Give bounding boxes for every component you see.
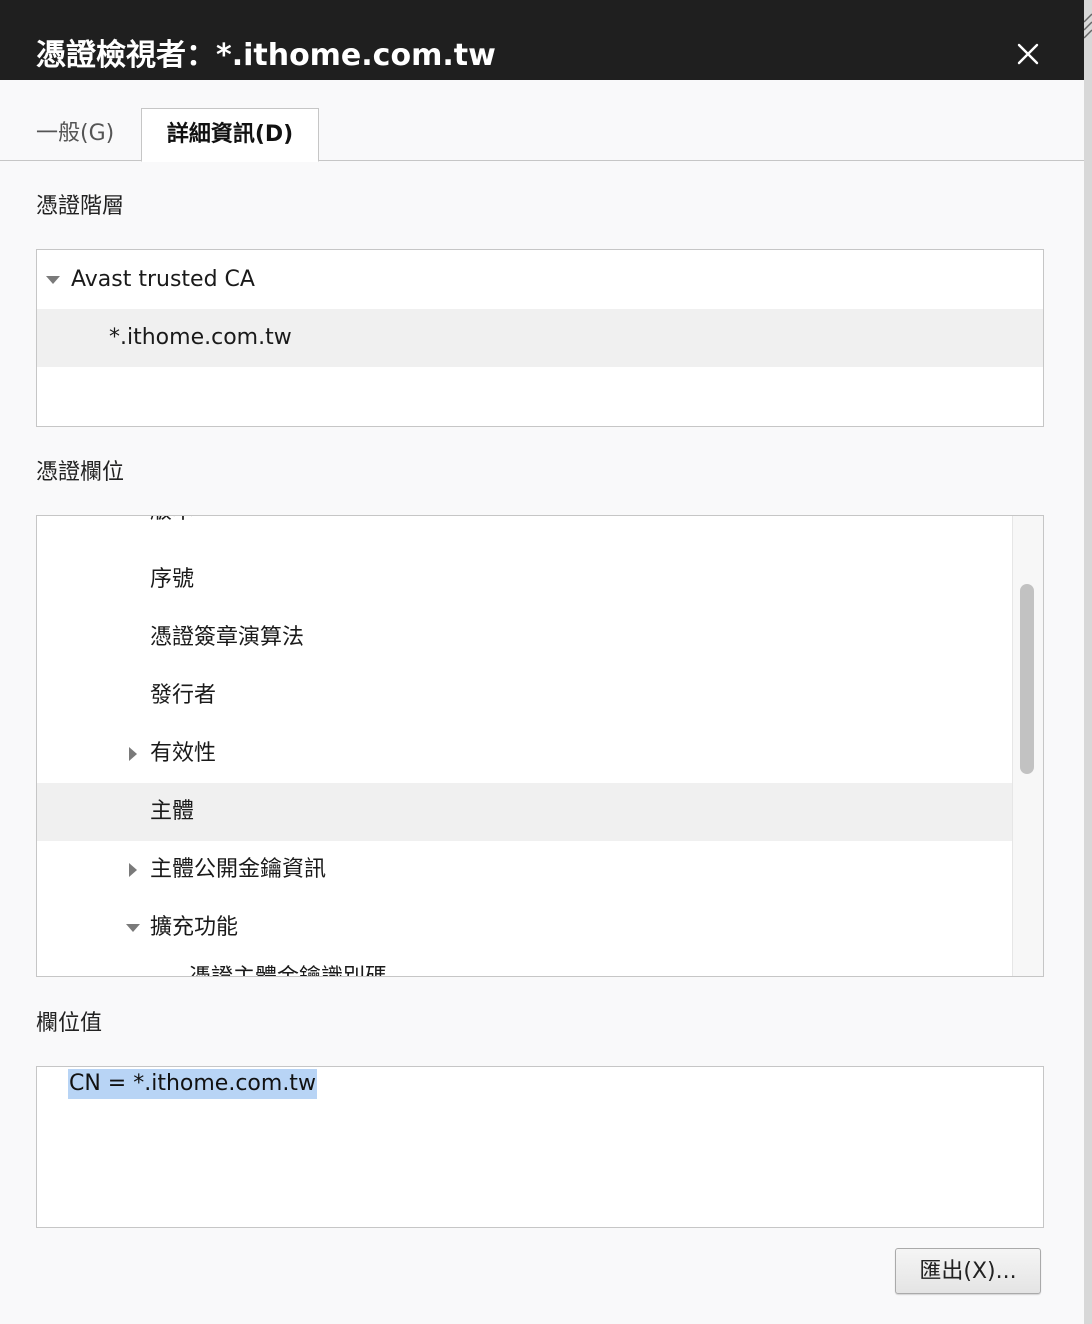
export-button[interactable]: 匯出(X)... <box>895 1248 1041 1294</box>
chevron-right-icon[interactable] <box>125 862 141 878</box>
hierarchy-item-label: Avast trusted CA <box>71 267 255 292</box>
window-titlebar: 憑證檢視者：*.ithome.com.tw <box>0 0 1084 80</box>
list-item[interactable]: 憑證主體金鑰識別碼 <box>37 960 1043 976</box>
list-item[interactable]: 版本 <box>37 516 1043 530</box>
field-value-text[interactable]: CN = *.ithome.com.tw <box>68 1069 317 1099</box>
chevron-right-icon[interactable] <box>125 746 141 762</box>
list-item[interactable]: 序號 <box>37 551 1043 609</box>
close-button[interactable] <box>1006 34 1050 74</box>
list-item[interactable]: 憑證簽章演算法 <box>37 609 1043 667</box>
list-item[interactable]: 主體公開金鑰資訊 <box>37 841 1043 899</box>
hierarchy-section-label: 憑證階層 <box>36 194 125 219</box>
field-value-textarea[interactable]: CN = *.ithome.com.tw <box>36 1066 1044 1228</box>
scrollbar-thumb[interactable] <box>1020 584 1034 774</box>
resize-grip-icon <box>1084 13 1092 39</box>
field-value-section-label: 欄位值 <box>36 1011 103 1036</box>
hierarchy-item-root[interactable]: Avast trusted CA <box>37 251 1043 309</box>
hierarchy-item-label: *.ithome.com.tw <box>109 325 292 350</box>
fields-scrollbar[interactable] <box>1012 516 1043 976</box>
hierarchy-tree[interactable]: Avast trusted CA *.ithome.com.tw <box>36 249 1044 427</box>
tab-details[interactable]: 詳細資訊(D) <box>141 108 319 162</box>
fields-tree[interactable]: 版本 序號 憑證簽章演算法 發行者 有效性 主體 主體公開金鑰資訊 <box>36 515 1044 977</box>
list-item[interactable]: 擴充功能 <box>37 899 1043 957</box>
chevron-down-icon[interactable] <box>45 272 61 288</box>
background-window-edge <box>1084 0 1092 1324</box>
chevron-down-icon[interactable] <box>125 920 141 936</box>
list-item[interactable]: 發行者 <box>37 667 1043 725</box>
hierarchy-item-leaf[interactable]: *.ithome.com.tw <box>37 309 1043 367</box>
tab-bar: 一般(G) 詳細資訊(D) <box>0 108 1084 162</box>
window-title: 憑證檢視者：*.ithome.com.tw <box>36 38 496 73</box>
list-item-selected[interactable]: 主體 <box>37 783 1013 841</box>
list-item[interactable]: 有效性 <box>37 725 1043 783</box>
fields-section-label: 憑證欄位 <box>36 460 125 485</box>
certificate-viewer-dialog: 一般(G) 詳細資訊(D) 憑證階層 Avast trusted CA *.it… <box>0 80 1084 1324</box>
close-icon <box>1017 43 1039 65</box>
tab-general[interactable]: 一般(G) <box>36 108 114 160</box>
